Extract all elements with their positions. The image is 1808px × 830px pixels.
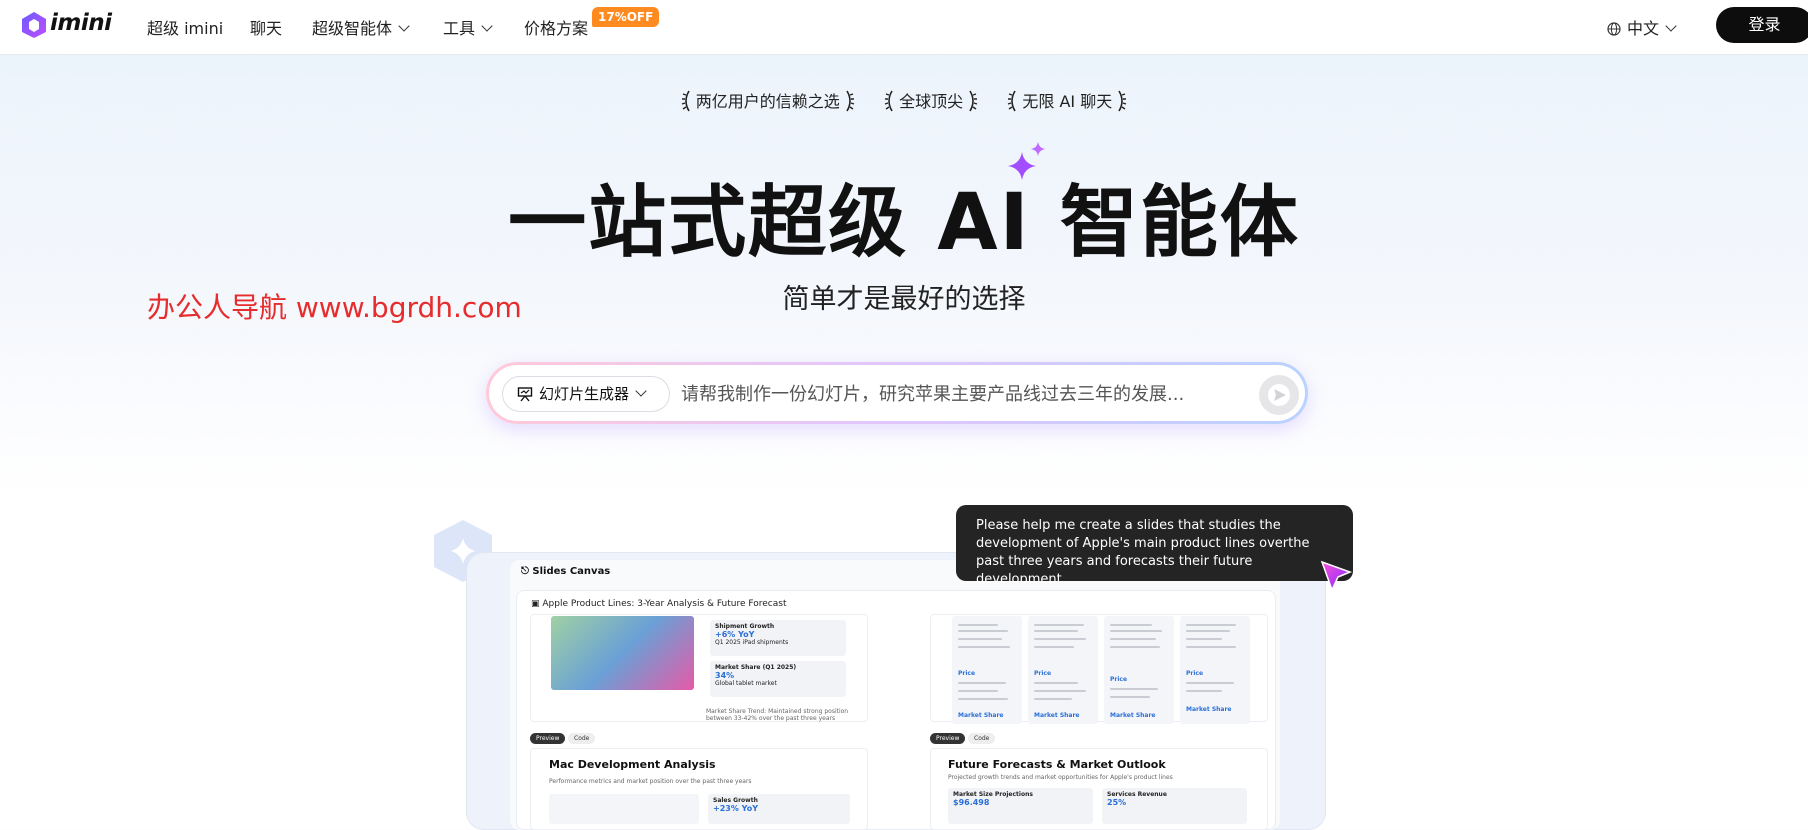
hero-title: 一站式超级 AI 智能体 [508, 178, 1300, 268]
language-label: 中文 [1627, 19, 1660, 38]
trend-note: Market Share Trend: Maintained strong po… [706, 708, 849, 722]
comparison-column: Price Market Share [1028, 616, 1098, 724]
trust-tag-label: 两亿用户的信赖之选 [695, 92, 840, 111]
send-button[interactable] [1259, 375, 1299, 415]
laurel-right-icon [1118, 90, 1127, 112]
section-subtitle: Projected growth trends and market oppor… [948, 774, 1173, 781]
nav-pricing[interactable]: 价格方案 [524, 15, 588, 39]
laurel-right-icon [846, 90, 855, 112]
column-heading: Price [1110, 676, 1128, 683]
section-subtitle: Performance metrics and market position … [549, 778, 752, 785]
laurel-right-icon [969, 90, 978, 112]
stat-value: $96.498 [953, 798, 990, 807]
nav-label: 超级智能体 [312, 19, 393, 38]
column-sub: Market Share [958, 712, 1004, 719]
stat-box: Services Revenue 25% [1102, 788, 1247, 824]
language-selector[interactable]: 中文 [1607, 15, 1677, 39]
nav-label: 工具 [443, 19, 476, 38]
stat-label: Market Share (Q1 2025) [715, 664, 797, 671]
stat-box: Market Share (Q1 2025) 34% Global tablet m… [710, 661, 846, 697]
top-nav-bar: imini 超级 imini 聊天 超级智能体 工具 价格方案 17%OFF 中… [0, 0, 1808, 55]
trust-tag-label: 全球顶尖 [899, 92, 964, 111]
prompt-box: 幻灯片生成器 [486, 362, 1308, 424]
chevron-down-icon [1665, 20, 1677, 32]
laurel-left-icon [1008, 90, 1016, 112]
globe-icon [1607, 22, 1621, 36]
trust-tag: 无限 AI 聊天 [1007, 88, 1127, 112]
chart-placeholder [549, 794, 699, 824]
nav-tools[interactable]: 工具 [443, 15, 493, 39]
laurel-left-icon [681, 90, 690, 112]
imini-logo[interactable]: imini [20, 8, 112, 42]
cursor-pointer-icon [1320, 560, 1353, 592]
agent-selector[interactable]: 幻灯片生成器 [502, 376, 670, 412]
trust-tag-label: 无限 AI 聊天 [1022, 92, 1113, 111]
stat-note: Global tablet market [715, 680, 777, 687]
slide-document-title: ▣ Apple Product Lines: 3-Year Analysis &… [531, 599, 787, 609]
nav-label: 超级 imini [147, 19, 224, 38]
nav-super-agent[interactable]: 超级智能体 [312, 15, 410, 39]
send-icon [1268, 384, 1290, 406]
comparison-column: Price Market Share [1104, 616, 1174, 724]
stat-label: Services Revenue [1107, 791, 1167, 798]
logo-icon [22, 12, 46, 38]
slide-document-title-text: Apple Product Lines: 3-Year Analysis & F… [542, 599, 787, 609]
stat-label: Shipment Growth [715, 623, 775, 630]
comparison-column: Price Market Share [1180, 616, 1250, 724]
nav-chat[interactable]: 聊天 [250, 15, 282, 39]
section-title: Mac Development Analysis [549, 758, 716, 771]
stat-label: Market Size Projections [953, 791, 1033, 798]
prompt-tooltip: Please help me create a slides that stud… [956, 505, 1353, 587]
tab-code[interactable]: Code [568, 733, 596, 744]
stat-value: +23% YoY [713, 804, 758, 813]
stat-label: Sales Growth [713, 797, 758, 804]
discount-badge: 17%OFF [592, 7, 660, 27]
section-title: Future Forecasts & Market Outlook [948, 758, 1166, 771]
column-sub: Market Share [1034, 712, 1080, 719]
slides-canvas-title: ⎋ Slides Canvas [521, 566, 611, 577]
stat-value: +6% YoY [715, 630, 755, 639]
stat-box: Shipment Growth +6% YoY Q1 2025 iPad shipm… [710, 620, 846, 656]
prompt-box-inner: 幻灯片生成器 [489, 365, 1305, 421]
chevron-down-icon [481, 20, 493, 32]
trust-tag: 两亿用户的信赖之选 [681, 88, 855, 112]
login-button[interactable]: 登录 [1716, 7, 1808, 43]
chevron-down-icon [398, 20, 410, 32]
trust-tags: 两亿用户的信赖之选 全球顶尖 无限 AI 聊天 [0, 88, 1808, 112]
tab-code[interactable]: Code [968, 733, 996, 744]
logo-text: imini [50, 10, 112, 36]
comparison-column: Price Market Share [952, 616, 1022, 724]
column-sub: Market Share [1186, 706, 1232, 713]
stat-value: 34% [715, 671, 735, 680]
column-heading: Price [1034, 670, 1052, 677]
column-sub: Market Share [1110, 712, 1156, 719]
stat-note: Q1 2025 iPad shipments [715, 639, 789, 646]
nav-label: 聊天 [250, 19, 283, 38]
column-heading: Price [958, 670, 976, 677]
watermark-text: 办公人导航 www.bgrdh.com [147, 291, 522, 324]
agent-selector-label: 幻灯片生成器 [539, 385, 630, 403]
prompt-input[interactable] [681, 377, 1241, 411]
presentation-icon [517, 387, 533, 402]
nav-super-imini[interactable]: 超级 imini [147, 15, 223, 39]
nav-label: 价格方案 [524, 19, 589, 38]
stat-value: 25% [1107, 798, 1127, 807]
tab-preview[interactable]: Preview [530, 733, 566, 744]
chevron-down-icon [635, 385, 647, 397]
laurel-left-icon [884, 90, 893, 112]
tab-preview[interactable]: Preview [930, 733, 966, 744]
slides-canvas-title-text: Slides Canvas [532, 566, 611, 577]
stat-box: Market Size Projections $96.498 [948, 788, 1093, 824]
ipad-image [551, 616, 694, 690]
column-heading: Price [1186, 670, 1204, 677]
trust-tag: 全球顶尖 [884, 88, 978, 112]
stat-box: Sales Growth +23% YoY [708, 794, 850, 824]
